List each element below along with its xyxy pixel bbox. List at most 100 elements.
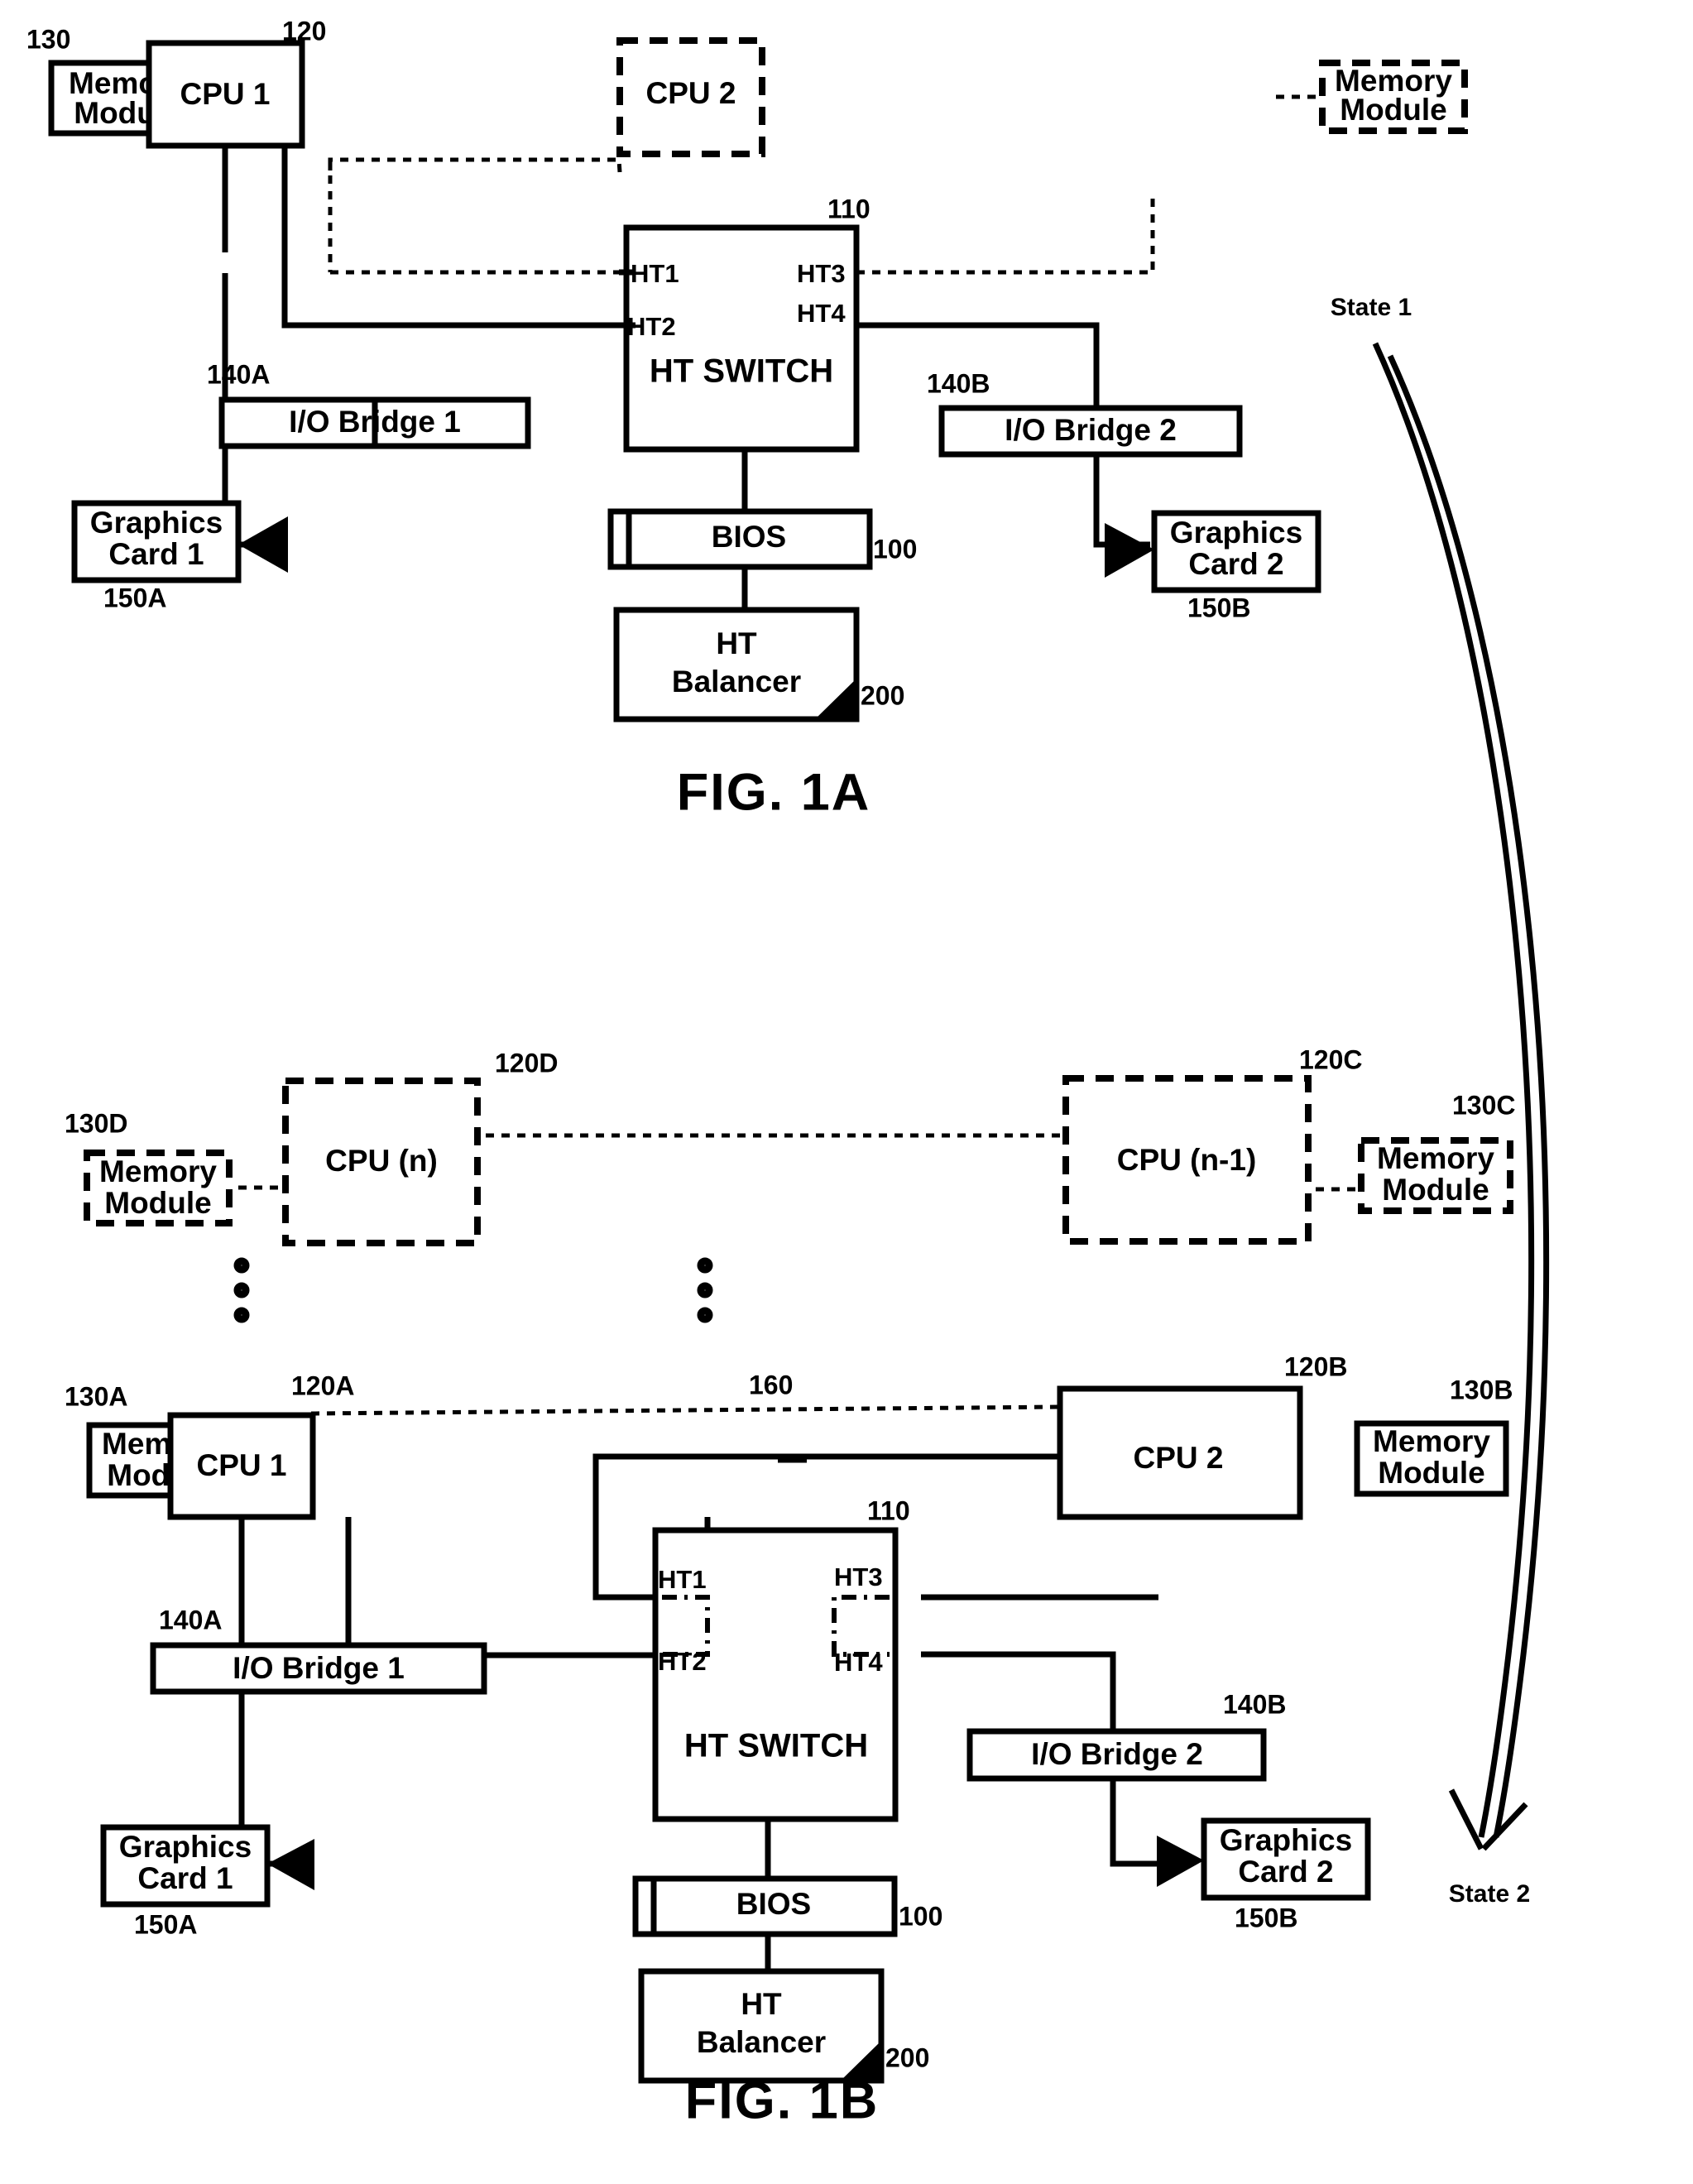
graphics-card-2-line2: Card 2 [1188, 547, 1283, 581]
ref-200-fig1b: 200 [885, 2042, 929, 2072]
ref-120B: 120B [1284, 1351, 1348, 1381]
io-bridge-2-label-fig1b: I/O Bridge 2 [1031, 1737, 1203, 1771]
memory-module-130D-line1: Memory [99, 1154, 217, 1188]
port-label-ht3: HT3 [797, 259, 846, 288]
patent-figure-sheet: Memory Module 130 CPU 1 120 CPU 2 Memory… [0, 0, 1693, 2184]
ref-120: 120 [282, 16, 326, 46]
io-bridge-2-label: I/O Bridge 2 [1005, 413, 1177, 447]
memory-module-130C: Memory Module 130C [1358, 1090, 1516, 1214]
ref-130A: 130A [65, 1381, 128, 1411]
cpu-n-label: CPU (n) [325, 1144, 438, 1178]
ht-balancer-line2: Balancer [672, 665, 801, 698]
ellipsis-dot [233, 1307, 250, 1323]
port-label-ht1: HT1 [631, 259, 679, 288]
ht-switch-label: HT SWITCH [650, 353, 833, 390]
ht-balancer-line2-fig1b: Balancer [697, 2025, 826, 2059]
ref-150A-fig1b: 150A [134, 1909, 198, 1939]
cpu2-block-fig1a: CPU 2 [616, 37, 765, 157]
ref-120A: 120A [291, 1370, 355, 1400]
port-label-ht3-fig1b: HT3 [834, 1562, 883, 1591]
ellipsis-under-cpun1 [697, 1257, 713, 1323]
graphics-card-2-fig1b: Graphics Card 2 150B [1157, 1817, 1371, 1932]
arrow-right-icon [1105, 523, 1154, 578]
ref-110-fig1b: 110 [867, 1495, 910, 1525]
port-label-ht2-fig1b: HT2 [658, 1647, 707, 1676]
ht-balancer-line1-fig1b: HT [741, 1987, 782, 2021]
memory-module-dashed-fig1a: Memory Module [1319, 60, 1468, 134]
wire-cpu1-cpu2-160 [310, 1404, 1061, 1416]
memory-module-130C-line2: Module [1382, 1173, 1489, 1207]
memory-module-130B-line1: Memory [1373, 1424, 1490, 1458]
state-1-label: State 1 [1331, 294, 1412, 321]
ellipsis-dot [697, 1257, 713, 1274]
io-bridge-1-fig1b: I/O Bridge 1 140A [150, 1605, 487, 1695]
bios-block-fig1b: BIOS 100 [632, 1875, 942, 1937]
figure-1a: Memory Module 130 CPU 1 120 CPU 2 Memory… [26, 16, 1468, 822]
figure-1b-caption: FIG. 1B [685, 2072, 880, 2130]
ref-150A: 150A [103, 583, 167, 612]
ref-140B: 140B [927, 368, 990, 398]
cpu2-label-fig1b: CPU 2 [1134, 1441, 1224, 1475]
wire-ht3-cpu2-dashed [856, 193, 1155, 275]
ref-110: 110 [827, 194, 870, 223]
graphics-card-1-line1-fig1b: Graphics [119, 1830, 252, 1864]
arrow-left-icon [238, 516, 288, 573]
graphics-card-1-line2: Card 1 [108, 537, 204, 571]
ht-switch-fig1a: HT SWITCH 110 HT1 HT2 HT3 HT4 [619, 194, 870, 453]
ref-120D: 120D [495, 1048, 559, 1078]
ellipsis-dot [697, 1307, 713, 1323]
ref-140B-fig1b: 140B [1223, 1689, 1287, 1719]
ref-150B: 150B [1187, 593, 1251, 622]
graphics-card-1-fig1b: Graphics Card 1 150A [100, 1824, 314, 1939]
io-bridge-2-fig1a: I/O Bridge 2 140B [927, 368, 1243, 458]
port-label-ht2: HT2 [627, 312, 676, 341]
port-label-ht1-fig1b: HT1 [658, 1565, 707, 1594]
graphics-card-2-line1: Graphics [1170, 516, 1302, 550]
memory-module-dashed-line2: Module [1340, 93, 1446, 127]
graphics-card-1-line1: Graphics [90, 506, 223, 540]
port-label-ht4: HT4 [797, 299, 846, 328]
ref-130B: 130B [1450, 1375, 1513, 1404]
cpu1-label: CPU 1 [180, 77, 271, 111]
cpu-n-minus-1-block: CPU (n-1) 120C [1062, 1044, 1363, 1245]
io-bridge-1-label-fig1b: I/O Bridge 1 [233, 1651, 405, 1685]
state-2-label: State 2 [1449, 1880, 1530, 1908]
ref-160: 160 [749, 1370, 793, 1399]
memory-module-130B-line2: Module [1378, 1456, 1484, 1490]
figure-1a-caption: FIG. 1A [677, 764, 871, 822]
figure-canvas: Memory Module 130 CPU 1 120 CPU 2 Memory… [26, 16, 1550, 2130]
ref-200: 200 [861, 680, 904, 710]
ellipsis-dot [233, 1282, 250, 1298]
graphics-card-2-line1-fig1b: Graphics [1220, 1823, 1352, 1857]
ref-130C: 130C [1452, 1090, 1516, 1120]
cpu2-block-fig1b: CPU 2 120B 160 [749, 1351, 1348, 1520]
ref-140A-fig1b: 140A [159, 1605, 223, 1634]
cpu-n-minus-1-label: CPU (n-1) [1117, 1143, 1257, 1177]
graphics-card-1-line2-fig1b: Card 1 [137, 1861, 233, 1895]
ref-100-fig1b: 100 [899, 1901, 942, 1931]
ellipsis-dot [697, 1282, 713, 1298]
ref-100: 100 [873, 534, 917, 564]
cpu1-block-fig1b: CPU 1 120A [167, 1370, 355, 1520]
graphics-card-2-fig1a: Graphics Card 2 150B [1105, 510, 1321, 622]
graphics-card-1-fig1a: Graphics Card 1 150A [71, 500, 288, 612]
memory-module-130D: Memory Module 130D [65, 1108, 233, 1226]
ellipsis-under-cpun [233, 1257, 250, 1323]
bios-label-fig1b: BIOS [736, 1887, 811, 1921]
wire-cpu1-bottom-ht2 [345, 1517, 691, 1658]
wire-ht4-iobridge2-fig1b [921, 1651, 1116, 1731]
ref-130D: 130D [65, 1108, 128, 1138]
bios-block-fig1a: BIOS 100 [607, 508, 917, 570]
ellipsis-dot [233, 1257, 250, 1274]
cpu2-label: CPU 2 [646, 76, 736, 110]
memory-module-130B: Memory Module 130B [1354, 1375, 1513, 1497]
ref-130: 130 [26, 24, 70, 54]
bios-label: BIOS [712, 520, 786, 554]
memory-module-130D-line2: Module [104, 1186, 211, 1220]
wire-cpu1-ht2 [281, 146, 629, 329]
ht-switch-label-fig1b: HT SWITCH [684, 1728, 868, 1764]
memory-module-130C-line1: Memory [1377, 1141, 1494, 1175]
graphics-card-2-line2-fig1b: Card 2 [1238, 1855, 1333, 1889]
cpu1-block-fig1a: CPU 1 120 [146, 16, 326, 149]
ht-switch-fig1b: HT SWITCH 110 HT1 HT2 HT3 HT4 [652, 1495, 910, 1822]
